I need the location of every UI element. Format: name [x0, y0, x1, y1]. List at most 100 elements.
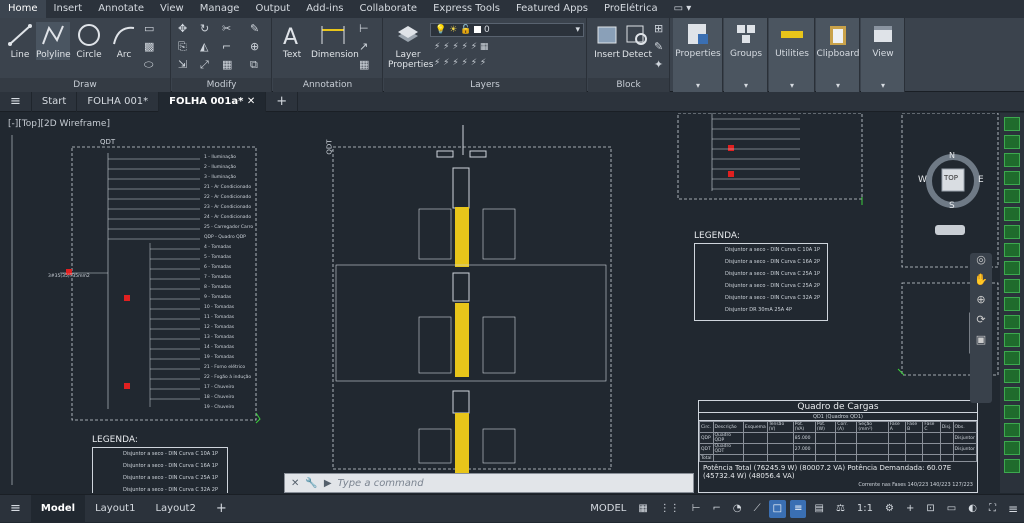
wcs-menu-button[interactable]	[935, 225, 965, 235]
toolbar-tool-3[interactable]	[1004, 153, 1020, 167]
toolbar-tool-19[interactable]	[1004, 441, 1020, 455]
close-icon[interactable]: ✕	[247, 96, 255, 107]
erase-icon[interactable]: ✎	[250, 22, 259, 35]
tab-view[interactable]: View	[152, 0, 192, 18]
showmotion-icon[interactable]: ▣	[970, 333, 992, 353]
toolbar-tool-4[interactable]	[1004, 171, 1020, 185]
drawing-canvas[interactable]: [-][Top][2D Wireframe] QDT 3#35(35)T35mm…	[0, 113, 1000, 493]
units-icon[interactable]: ⊡	[922, 500, 938, 518]
circle-button[interactable]: Circle	[72, 22, 106, 60]
isometric-icon[interactable]: ⟋	[750, 500, 765, 518]
polyline-button[interactable]: Polyline	[36, 22, 71, 60]
utilities-panel[interactable]: Utilities ▾	[769, 18, 815, 92]
layer-properties-button[interactable]: Layer Properties	[388, 22, 433, 70]
tab-annotate[interactable]: Annotate	[90, 0, 152, 18]
layer-tools-row1[interactable]: ⚡ ⚡ ⚡ ⚡ ⚡ ▦	[434, 42, 488, 52]
lineweight-icon[interactable]: ≡	[790, 499, 807, 518]
toolbar-tool-2[interactable]	[1004, 135, 1020, 149]
text-button[interactable]: A Text	[275, 22, 309, 60]
command-input[interactable]: Type a command	[338, 478, 424, 489]
arc-button[interactable]: Arc	[107, 22, 141, 60]
orbit-icon[interactable]: ⟳	[970, 313, 992, 333]
annotation-panel-title[interactable]: Annotation	[273, 78, 382, 92]
new-tab-button[interactable]: +	[266, 91, 299, 112]
rectangle-icon[interactable]: ▭	[144, 22, 154, 35]
toolbar-tool-18[interactable]	[1004, 423, 1020, 437]
dimension-button[interactable]: Dimension	[311, 22, 359, 60]
polar-icon[interactable]: ◔	[729, 500, 746, 518]
toolbar-tool-13[interactable]	[1004, 333, 1020, 347]
detect-button[interactable]: Detect	[620, 22, 654, 60]
tab-manage[interactable]: Manage	[192, 0, 248, 18]
toolbar-tool-8[interactable]	[1004, 243, 1020, 257]
annotation-scale-icon[interactable]: ⚖	[832, 500, 849, 518]
file-tab-folha-001a[interactable]: FOLHA 001a* ✕	[159, 91, 267, 112]
mirror-icon[interactable]: ◭	[200, 40, 208, 53]
toolbar-tool-7[interactable]	[1004, 225, 1020, 239]
infer-icon[interactable]: ⊢	[688, 500, 705, 518]
tab-featured-apps[interactable]: Featured Apps	[508, 0, 596, 18]
edit-block-icon[interactable]: ✎	[654, 40, 663, 53]
tab-express-tools[interactable]: Express Tools	[425, 0, 508, 18]
toolbar-tool-11[interactable]	[1004, 297, 1020, 311]
properties-panel[interactable]: Properties ▾	[673, 18, 723, 92]
copy-icon[interactable]: ⎘	[178, 40, 187, 54]
trim-icon[interactable]: ✂	[222, 22, 231, 35]
view-panel[interactable]: View ▾	[861, 18, 905, 92]
fullscreen-icon[interactable]: ⛶	[985, 500, 1000, 518]
file-tab-folha-001[interactable]: FOLHA 001*	[77, 91, 160, 112]
tab-addins[interactable]: Add-ins	[298, 0, 351, 18]
toolbar-tool-15[interactable]	[1004, 369, 1020, 383]
application-menu-icon[interactable]: ≡	[0, 91, 32, 112]
tab-home[interactable]: Home	[0, 0, 46, 18]
quick-properties-icon[interactable]: ▭	[943, 500, 960, 518]
tab-insert[interactable]: Insert	[46, 0, 91, 18]
fillet-icon[interactable]: ⌐	[222, 40, 231, 53]
layout-tab-layout1[interactable]: Layout1	[85, 495, 145, 523]
block-attribute-icon[interactable]: ✦	[654, 58, 663, 71]
move-icon[interactable]: ✥	[178, 22, 187, 35]
rotate-icon[interactable]: ↻	[200, 22, 209, 35]
steering-wheel-icon[interactable]: ◎	[970, 253, 992, 273]
toolbar-tool-12[interactable]	[1004, 315, 1020, 329]
line-button[interactable]: Line	[3, 22, 37, 60]
array-icon[interactable]: ▦	[222, 58, 232, 71]
customize-wrench-icon[interactable]: 🔧	[305, 478, 317, 489]
add-layout-button[interactable]: +	[206, 495, 237, 523]
toolbar-tool-20[interactable]	[1004, 459, 1020, 473]
ortho-icon[interactable]: ⌐	[709, 500, 725, 518]
layout-menu-icon[interactable]: ≡	[0, 495, 31, 523]
toolbar-tool-1[interactable]	[1004, 117, 1020, 131]
customize-menu-icon[interactable]: ≡	[1004, 500, 1022, 518]
toolbar-tool-14[interactable]	[1004, 351, 1020, 365]
tab-collaborate[interactable]: Collaborate	[352, 0, 426, 18]
layer-dropdown[interactable]: 💡 ☀ 🔓 0 ▾	[430, 23, 584, 37]
toolbar-tool-10[interactable]	[1004, 279, 1020, 293]
draw-panel-title[interactable]: Draw	[0, 78, 170, 92]
leader-icon[interactable]: ↗	[359, 40, 368, 53]
snap-icon[interactable]: ⋮⋮	[656, 500, 684, 518]
stretch-icon[interactable]: ⇲	[178, 58, 187, 71]
scale-icon[interactable]: ⤢	[200, 58, 209, 72]
layout-tab-model[interactable]: Model	[30, 494, 86, 523]
hatch-icon[interactable]: ▩	[144, 40, 154, 53]
workspace-gear-icon[interactable]: ⚙	[881, 500, 898, 518]
viewcube[interactable]: TOP N S W E	[918, 151, 986, 213]
layers-panel-title[interactable]: Layers	[384, 78, 586, 92]
layer-tools-row2[interactable]: ⚡ ⚡ ⚡ ⚡ ⚡ ⚡	[434, 58, 486, 68]
toolbar-tool-5[interactable]	[1004, 189, 1020, 203]
toolbar-tool-9[interactable]	[1004, 261, 1020, 275]
create-block-icon[interactable]: ⊞	[654, 22, 663, 35]
modify-panel-title[interactable]: Modify	[172, 78, 271, 92]
toolbar-tool-17[interactable]	[1004, 405, 1020, 419]
insert-button[interactable]: Insert	[590, 22, 624, 60]
ellipse-icon[interactable]: ⬭	[144, 58, 153, 72]
file-tab-start[interactable]: Start	[32, 91, 78, 112]
grid-icon[interactable]: ▦	[634, 500, 651, 518]
command-line[interactable]: ✕ 🔧 ▶ Type a command	[284, 473, 694, 493]
toolbar-tool-6[interactable]	[1004, 207, 1020, 221]
zoom-icon[interactable]: ⊕	[970, 293, 992, 313]
clipboard-panel[interactable]: Clipboard ▾	[816, 18, 860, 92]
toolbar-tool-16[interactable]	[1004, 387, 1020, 401]
close-icon[interactable]: ✕	[291, 478, 299, 489]
